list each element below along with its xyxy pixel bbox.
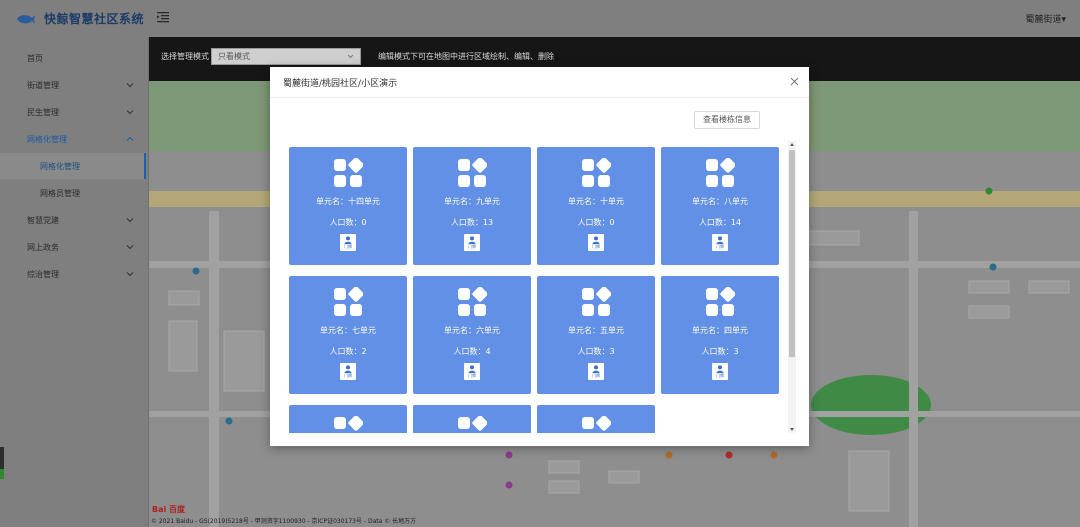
door-plate-label: 门牌 bbox=[468, 244, 476, 249]
unit-name: 单元名：七单元 bbox=[320, 326, 376, 335]
unit-population: 人口数：13 bbox=[450, 218, 494, 227]
door-plate-button[interactable]: 门牌 bbox=[712, 363, 728, 380]
person-icon bbox=[468, 236, 476, 244]
unit-name: 单元名：八单元 bbox=[692, 197, 748, 206]
scroll-up-icon[interactable] bbox=[790, 143, 794, 146]
modal-title: 蜀麓街道/桃园社区/小区演示 bbox=[283, 79, 398, 89]
unit-card[interactable]: 门牌 bbox=[413, 405, 531, 433]
unit-name: 单元名：六单元 bbox=[444, 326, 500, 335]
unit-card-grid: 单元名：十四单元 人口数：0 门牌 单元名：九单元 人口数：13 门牌 单元名：十单元 人口数… bbox=[289, 147, 790, 433]
unit-card[interactable]: 单元名：七单元 人口数：2 门牌 bbox=[289, 276, 407, 394]
scroll-down-icon[interactable] bbox=[790, 428, 794, 431]
door-plate-button[interactable]: 门牌 bbox=[340, 363, 356, 380]
unit-modal: 蜀麓街道/桃园社区/小区演示 查看楼栋信息 单元名：十四单元 人口数：0 门牌 单元名… bbox=[270, 67, 809, 446]
person-icon bbox=[592, 236, 600, 244]
modal-header: 蜀麓街道/桃园社区/小区演示 bbox=[270, 67, 809, 98]
modal-scrollbar[interactable] bbox=[788, 141, 796, 433]
apps-icon bbox=[334, 416, 363, 431]
door-plate-button[interactable]: 门牌 bbox=[588, 234, 604, 251]
unit-population: 人口数：0 bbox=[577, 218, 615, 227]
unit-card[interactable]: 门牌 bbox=[289, 405, 407, 433]
unit-population: 人口数：14 bbox=[698, 218, 742, 227]
door-plate-label: 门牌 bbox=[716, 373, 724, 378]
apps-icon bbox=[334, 287, 363, 316]
unit-population: 人口数：3 bbox=[577, 347, 615, 356]
unit-card[interactable]: 单元名：五单元 人口数：3 门牌 bbox=[537, 276, 655, 394]
view-building-info-button[interactable]: 查看楼栋信息 bbox=[694, 111, 760, 129]
unit-name: 单元名：四单元 bbox=[692, 326, 748, 335]
unit-card[interactable]: 单元名：八单元 人口数：14 门牌 bbox=[661, 147, 779, 265]
person-icon bbox=[592, 365, 600, 373]
person-icon bbox=[716, 365, 724, 373]
door-plate-label: 门牌 bbox=[592, 373, 600, 378]
apps-icon bbox=[706, 287, 735, 316]
door-plate-button[interactable]: 门牌 bbox=[464, 363, 480, 380]
unit-population: 人口数：2 bbox=[329, 347, 367, 356]
person-icon bbox=[716, 236, 724, 244]
unit-population: 人口数：0 bbox=[329, 218, 367, 227]
unit-name: 单元名：十单元 bbox=[568, 197, 624, 206]
door-plate-label: 门牌 bbox=[344, 373, 352, 378]
door-plate-button[interactable]: 门牌 bbox=[588, 363, 604, 380]
apps-icon bbox=[334, 158, 363, 187]
unit-card[interactable]: 门牌 bbox=[537, 405, 655, 433]
person-icon bbox=[344, 236, 352, 244]
unit-card[interactable]: 单元名：六单元 人口数：4 门牌 bbox=[413, 276, 531, 394]
apps-icon bbox=[458, 287, 487, 316]
person-icon bbox=[468, 365, 476, 373]
unit-name: 单元名：九单元 bbox=[444, 197, 500, 206]
door-plate-button[interactable]: 门牌 bbox=[340, 234, 356, 251]
unit-name: 单元名：十四单元 bbox=[316, 197, 380, 206]
door-plate-label: 门牌 bbox=[716, 244, 724, 249]
apps-icon bbox=[582, 158, 611, 187]
apps-icon bbox=[458, 416, 487, 431]
unit-population: 人口数：3 bbox=[701, 347, 739, 356]
apps-icon bbox=[458, 158, 487, 187]
scrollbar-thumb[interactable] bbox=[789, 150, 795, 357]
close-icon[interactable] bbox=[790, 77, 799, 86]
unit-card[interactable]: 单元名：十四单元 人口数：0 门牌 bbox=[289, 147, 407, 265]
unit-card[interactable]: 单元名：九单元 人口数：13 门牌 bbox=[413, 147, 531, 265]
person-icon bbox=[344, 365, 352, 373]
door-plate-label: 门牌 bbox=[592, 244, 600, 249]
door-plate-label: 门牌 bbox=[344, 244, 352, 249]
unit-population: 人口数：4 bbox=[453, 347, 491, 356]
apps-icon bbox=[582, 416, 611, 431]
unit-name: 单元名：五单元 bbox=[568, 326, 624, 335]
door-plate-button[interactable]: 门牌 bbox=[464, 234, 480, 251]
door-plate-button[interactable]: 门牌 bbox=[712, 234, 728, 251]
apps-icon bbox=[582, 287, 611, 316]
unit-card[interactable]: 单元名：四单元 人口数：3 门牌 bbox=[661, 276, 779, 394]
apps-icon bbox=[706, 158, 735, 187]
unit-card[interactable]: 单元名：十单元 人口数：0 门牌 bbox=[537, 147, 655, 265]
door-plate-label: 门牌 bbox=[468, 373, 476, 378]
